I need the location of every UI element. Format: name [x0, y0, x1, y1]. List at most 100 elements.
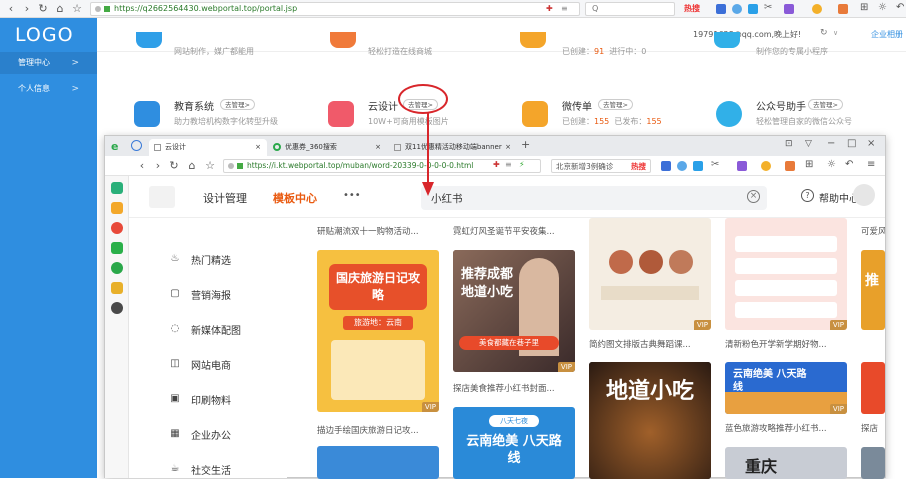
- manage-button[interactable]: 去管理>: [598, 99, 633, 110]
- tab-cloud-design[interactable]: 云设计 ×: [149, 139, 267, 156]
- clear-search-icon[interactable]: ×: [747, 190, 760, 203]
- category-print[interactable]: 印刷物料: [191, 392, 231, 407]
- ext-purple-icon[interactable]: [784, 4, 794, 14]
- template-search-box[interactable]: 小红书 ×: [421, 186, 767, 210]
- template-caption[interactable]: 清新粉色开学新学期好物...: [725, 338, 847, 350]
- category-ecommerce[interactable]: 网站电商: [191, 357, 231, 372]
- site-logo[interactable]: [149, 186, 175, 208]
- favorite-icon[interactable]: [111, 202, 123, 214]
- top-card-2[interactable]: 轻松打造在线商城: [312, 32, 492, 60]
- close-icon[interactable]: ×: [505, 139, 511, 155]
- new-tab-button[interactable]: +: [521, 138, 530, 151]
- hamburger-icon[interactable]: ≡: [867, 159, 875, 170]
- template-card[interactable]: [861, 447, 885, 479]
- category-poster[interactable]: 营销海报: [191, 287, 231, 302]
- nav-template-center[interactable]: 模板中心: [273, 190, 317, 206]
- help-icon[interactable]: ?: [801, 189, 814, 202]
- template-caption[interactable]: 可爱风: [861, 225, 885, 237]
- app-icon[interactable]: [748, 4, 758, 14]
- soccer-icon[interactable]: [111, 302, 123, 314]
- menu-icon[interactable]: ≡: [561, 4, 568, 13]
- refresh-icon[interactable]: ↻: [820, 28, 828, 38]
- tab-banner[interactable]: 双11优惠精活动移动端banner ×: [389, 139, 517, 156]
- scissors-icon[interactable]: ✂: [711, 159, 719, 170]
- manage-button[interactable]: 去管理>: [808, 99, 843, 110]
- template-caption[interactable]: 探店: [861, 422, 885, 434]
- game-icon[interactable]: [785, 161, 795, 171]
- template-caption[interactable]: 探店美食推荐小红书封面...: [453, 382, 575, 394]
- template-caption[interactable]: 霓虹灯风圣诞节平安夜集...: [453, 225, 575, 237]
- more-menu[interactable]: •••: [343, 190, 361, 201]
- mail-icon[interactable]: [111, 242, 123, 254]
- side-app-icon[interactable]: [111, 182, 123, 194]
- category-office[interactable]: 企业办公: [191, 427, 231, 442]
- cast-icon[interactable]: ✚: [493, 160, 500, 169]
- back-icon[interactable]: ‹: [135, 159, 149, 173]
- hot-search-label[interactable]: 热搜: [684, 3, 700, 14]
- template-card[interactable]: 地道小吃: [589, 362, 711, 479]
- chat-icon[interactable]: [677, 161, 687, 171]
- sidebar-toggle-icon[interactable]: ⊡: [785, 139, 793, 149]
- tab-group-icon[interactable]: [131, 140, 142, 151]
- back-icon[interactable]: ‹: [4, 2, 18, 16]
- hot-search-label[interactable]: 热搜: [631, 161, 646, 172]
- top-card-3[interactable]: 已创建：91 进行中：0: [506, 32, 696, 60]
- minimize-button[interactable]: −: [827, 138, 835, 149]
- template-card[interactable]: 国庆旅游日记攻略 旅游地：云南 VIP: [317, 250, 439, 412]
- manage-button[interactable]: 去管理>: [220, 99, 255, 110]
- reload-icon[interactable]: ↻: [36, 2, 50, 16]
- template-card[interactable]: VIP: [725, 218, 847, 330]
- sun-icon[interactable]: ☼: [878, 2, 887, 13]
- top-card-1[interactable]: 网站制作，媒广都能用: [118, 32, 298, 60]
- star-icon[interactable]: ☆: [70, 2, 84, 16]
- screen-icon[interactable]: [716, 4, 726, 14]
- star-icon[interactable]: ☆: [203, 159, 217, 173]
- undo-icon[interactable]: ↶: [845, 159, 853, 170]
- scissors-icon[interactable]: ✂: [764, 2, 772, 13]
- template-card[interactable]: 重庆: [725, 447, 847, 479]
- nav-design-management[interactable]: 设计管理: [203, 190, 247, 206]
- top-card-4[interactable]: 制作您的专属小程序: [700, 32, 880, 60]
- tab-coupons[interactable]: 优惠券_360搜索 ×: [269, 139, 387, 156]
- close-icon[interactable]: ×: [375, 139, 381, 155]
- template-caption[interactable]: 简约图文排版古典舞蹈课...: [589, 338, 711, 350]
- close-window-button[interactable]: ×: [867, 138, 875, 149]
- forward-icon[interactable]: ›: [20, 2, 34, 16]
- template-card[interactable]: 云南绝美 八天路线 VIP: [725, 362, 847, 414]
- reload-icon[interactable]: ↻: [167, 159, 181, 173]
- template-card[interactable]: VIP: [589, 218, 711, 330]
- game-icon[interactable]: [838, 4, 848, 14]
- template-card[interactable]: 推: [861, 250, 885, 330]
- tshirt-icon[interactable]: ▽: [805, 139, 812, 149]
- game-side-icon[interactable]: [111, 282, 123, 294]
- close-icon[interactable]: ×: [255, 139, 261, 155]
- wechat-side-icon[interactable]: [111, 262, 123, 274]
- category-hot[interactable]: 热门精选: [191, 252, 231, 267]
- weibo-icon[interactable]: [111, 222, 123, 234]
- ext-yellow-icon[interactable]: [812, 4, 822, 14]
- grid-icon[interactable]: ⊞: [805, 159, 813, 170]
- template-card[interactable]: 推荐成都地道小吃 美食都藏在巷子里 VIP: [453, 250, 575, 372]
- template-card[interactable]: [861, 362, 885, 414]
- grid-icon[interactable]: ⊞: [860, 2, 868, 13]
- sidebar-item-admin[interactable]: 管理中心 >: [0, 52, 97, 74]
- forward-icon[interactable]: ›: [151, 159, 165, 173]
- ext-purple-icon[interactable]: [737, 161, 747, 171]
- bolt-icon[interactable]: ⚡: [519, 160, 525, 169]
- template-card[interactable]: 八天七夜 云南绝美 八天路线: [453, 407, 575, 479]
- category-new-media[interactable]: 新媒体配图: [191, 322, 241, 337]
- chat-icon[interactable]: [732, 4, 742, 14]
- undo-icon[interactable]: ↶: [896, 2, 904, 13]
- home-icon[interactable]: ⌂: [53, 2, 67, 16]
- cast-icon[interactable]: ✚: [546, 4, 553, 13]
- category-social[interactable]: 社交生活: [191, 462, 231, 477]
- sidebar-item-profile[interactable]: 个人信息 >: [0, 78, 97, 100]
- maximize-button[interactable]: □: [847, 138, 856, 149]
- ext-yellow-icon[interactable]: [761, 161, 771, 171]
- avatar[interactable]: [853, 184, 875, 206]
- outer-search-box[interactable]: Q: [585, 2, 675, 16]
- sun-icon[interactable]: ☼: [827, 159, 836, 170]
- template-caption[interactable]: 描边手绘国庆旅游日记攻...: [317, 424, 439, 436]
- template-caption[interactable]: 研贴潮流双十一购物活动...: [317, 225, 439, 237]
- home-icon[interactable]: ⌂: [185, 159, 199, 173]
